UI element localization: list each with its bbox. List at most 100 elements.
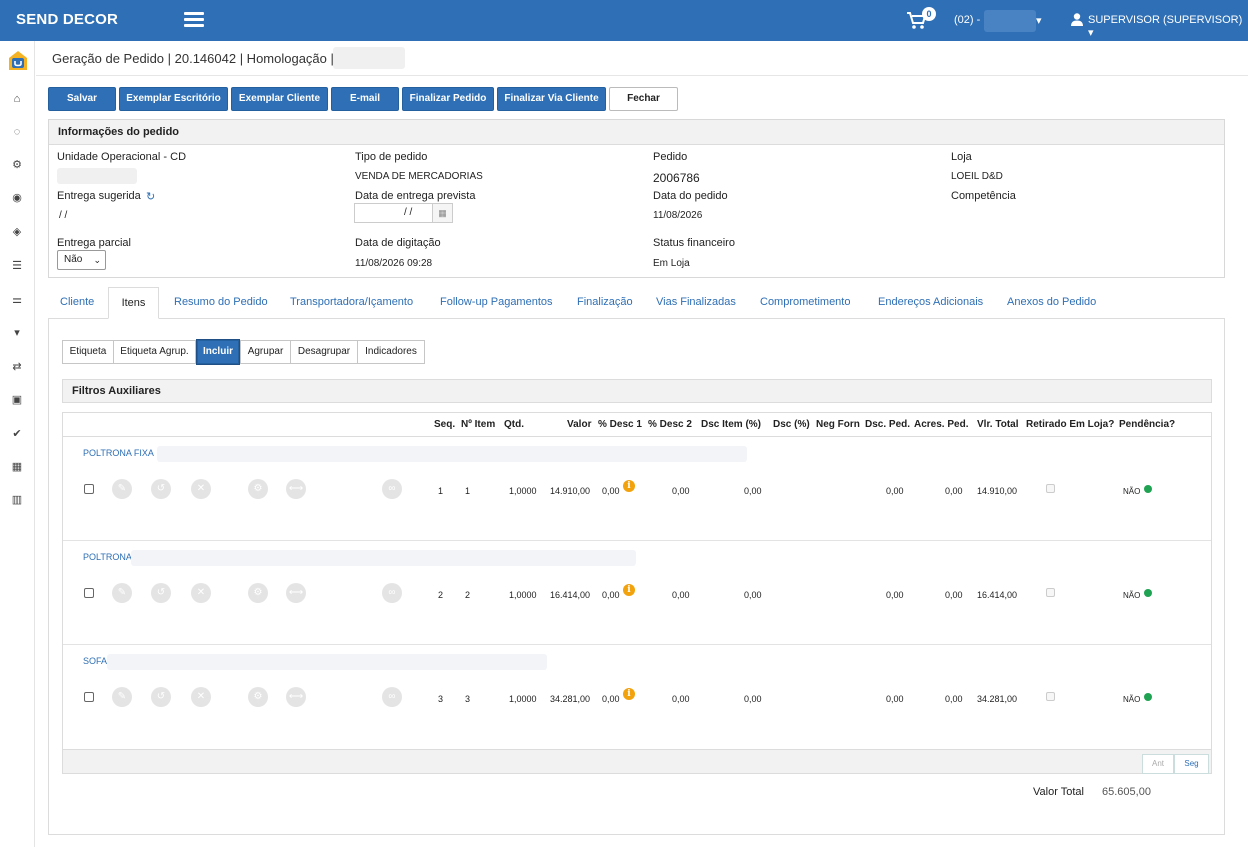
email-button[interactable]: E-mail: [331, 87, 399, 111]
tab-follow-up[interactable]: Follow-up Pagamentos: [440, 296, 553, 308]
store-selector[interactable]: (02) -: [954, 14, 980, 26]
row-2-desc2: 0,00: [672, 590, 690, 600]
data-digitacao-label: Data de digitação: [355, 237, 441, 249]
row-3-dsc-ped: 0,00: [886, 694, 904, 704]
database-icon[interactable]: ☰: [10, 259, 24, 273]
row-2-transfer-icon[interactable]: ⟷: [286, 583, 306, 603]
col-vlr-total: Vlr. Total: [977, 419, 1019, 430]
row-3-transfer-icon[interactable]: ⟷: [286, 687, 306, 707]
row-3-pendencia: NÃO: [1123, 695, 1141, 704]
check-icon[interactable]: ✔: [10, 427, 24, 441]
cogs-icon[interactable]: ⚙: [10, 158, 24, 172]
home-icon[interactable]: ⌂: [10, 92, 24, 106]
row-2-edit-icon[interactable]: ✎: [112, 583, 132, 603]
row-2-checkbox[interactable]: [84, 588, 94, 598]
desagrupar-button[interactable]: Desagrupar: [290, 340, 358, 364]
target-icon[interactable]: ◉: [10, 191, 24, 205]
briefcase-icon[interactable]: ▣: [10, 393, 24, 407]
col-item: Nº Item: [461, 419, 496, 430]
entrega-parcial-select[interactable]: Não ⌄: [57, 250, 106, 270]
row-1-delete-icon[interactable]: ✕: [191, 479, 211, 499]
app-logo-icon[interactable]: [7, 50, 29, 72]
pager-next-button[interactable]: Seg: [1174, 754, 1209, 774]
tab-vias-finalizadas[interactable]: Vias Finalizadas: [656, 296, 736, 308]
row-2-history-icon[interactable]: ↺: [151, 583, 171, 603]
row-3-delete-icon[interactable]: ✕: [191, 687, 211, 707]
row-1-valor: 14.910,00: [550, 486, 591, 496]
etiqueta-button[interactable]: Etiqueta: [62, 340, 114, 364]
row-1-transfer-icon[interactable]: ⟷: [286, 479, 306, 499]
user-icon: [1071, 13, 1083, 26]
cube-icon[interactable]: ◈: [10, 225, 24, 239]
tab-transportadora[interactable]: Transportadora/Içamento: [290, 296, 413, 308]
tab-enderecos[interactable]: Endereços Adicionais: [878, 296, 983, 308]
row-2-delete-icon[interactable]: ✕: [191, 583, 211, 603]
row-3-edit-icon[interactable]: ✎: [112, 687, 132, 707]
row-2-product-name[interactable]: POLTRONA: [83, 552, 132, 562]
tab-resumo[interactable]: Resumo do Pedido: [174, 296, 268, 308]
row-1-info-icon[interactable]: i: [623, 480, 635, 492]
tab-itens[interactable]: Itens: [108, 287, 159, 319]
sliders-icon[interactable]: ⚌: [10, 293, 24, 307]
row-1-product-name[interactable]: POLTRONA FIXA: [83, 448, 154, 458]
row-1-retirado-checkbox: [1046, 484, 1055, 493]
spinner-icon[interactable]: ◌: [10, 125, 24, 139]
tipo-value: VENDA DE MERCADORIAS: [355, 171, 483, 182]
row-2-info-icon[interactable]: i: [623, 584, 635, 596]
cart-icon[interactable]: ▾: [10, 326, 24, 340]
row-2-status-dot: [1144, 589, 1152, 597]
exchange-icon[interactable]: ⇄: [10, 360, 24, 374]
row-2-acres-ped: 0,00: [945, 590, 963, 600]
barcode-icon[interactable]: ▦: [10, 460, 24, 474]
user-menu[interactable]: SUPERVISOR (SUPERVISOR) ▾: [1088, 14, 1248, 39]
row-1-desc-redacted: [157, 446, 747, 462]
row-3-valor: 34.281,00: [550, 694, 591, 704]
finalize-client-button[interactable]: Finalizar Via Cliente: [497, 87, 606, 111]
title-redacted: [333, 47, 405, 69]
col-dsc-ped: Dsc. Ped.: [865, 419, 911, 430]
row-1-link-icon[interactable]: ∞: [382, 479, 402, 499]
agrupar-button[interactable]: Agrupar: [240, 340, 291, 364]
loja-value: LOEIL D&D: [951, 171, 1003, 182]
row-1-history-icon[interactable]: ↺: [151, 479, 171, 499]
tab-anexos[interactable]: Anexos do Pedido: [1007, 296, 1096, 308]
save-button[interactable]: Salvar: [48, 87, 116, 111]
incluir-button[interactable]: Incluir: [197, 340, 239, 364]
entrega-parcial-label: Entrega parcial: [57, 237, 131, 249]
sidebar: ⌂ ◌ ⚙ ◉ ◈ ☰ ⚌ ▾ ⇄ ▣ ✔ ▦ ▥: [0, 41, 35, 847]
row-3-dsc-item: 0,00: [744, 694, 762, 704]
tab-comprometimento[interactable]: Comprometimento: [760, 296, 850, 308]
row-3-checkbox[interactable]: [84, 692, 94, 702]
total-label: Valor Total: [1033, 786, 1084, 798]
row-2-link-icon[interactable]: ∞: [382, 583, 402, 603]
finalize-order-button[interactable]: Finalizar Pedido: [402, 87, 494, 111]
row-3-product-name[interactable]: SOFA: [83, 656, 107, 666]
etiqueta-agrup-button[interactable]: Etiqueta Agrup.: [113, 340, 196, 364]
row-1-edit-icon[interactable]: ✎: [112, 479, 132, 499]
row-3-desc-redacted: [107, 654, 547, 670]
office-copy-button[interactable]: Exemplar Escritório: [119, 87, 228, 111]
row-2-seq: 2: [438, 590, 444, 600]
refresh-icon[interactable]: ↻: [146, 190, 155, 203]
row-3-settings-icon[interactable]: ⚙: [248, 687, 268, 707]
bar-chart-icon[interactable]: ▥: [10, 493, 24, 507]
close-button[interactable]: Fechar: [609, 87, 678, 111]
row-3-link-icon[interactable]: ∞: [382, 687, 402, 707]
client-copy-button[interactable]: Exemplar Cliente: [231, 87, 328, 111]
delivery-date-input[interactable]: / / ▦: [354, 203, 453, 223]
tab-finalizacao[interactable]: Finalização: [577, 296, 633, 308]
row-3-history-icon[interactable]: ↺: [151, 687, 171, 707]
menu-toggle-icon[interactable]: [184, 12, 204, 28]
filters-panel[interactable]: Filtros Auxiliares: [62, 379, 1212, 403]
row-3-info-icon[interactable]: i: [623, 688, 635, 700]
row-1-checkbox[interactable]: [84, 484, 94, 494]
tab-cliente[interactable]: Cliente: [60, 296, 94, 308]
indicadores-button[interactable]: Indicadores: [357, 340, 425, 364]
row-1-settings-icon[interactable]: ⚙: [248, 479, 268, 499]
row-2-settings-icon[interactable]: ⚙: [248, 583, 268, 603]
calendar-icon[interactable]: ▦: [432, 204, 452, 222]
row-divider: [63, 644, 1211, 645]
pager-prev-button[interactable]: Ant: [1142, 754, 1174, 774]
store-dropdown-caret[interactable]: ▾: [1036, 14, 1042, 27]
brand-logo[interactable]: SEND DECOR: [16, 11, 118, 28]
